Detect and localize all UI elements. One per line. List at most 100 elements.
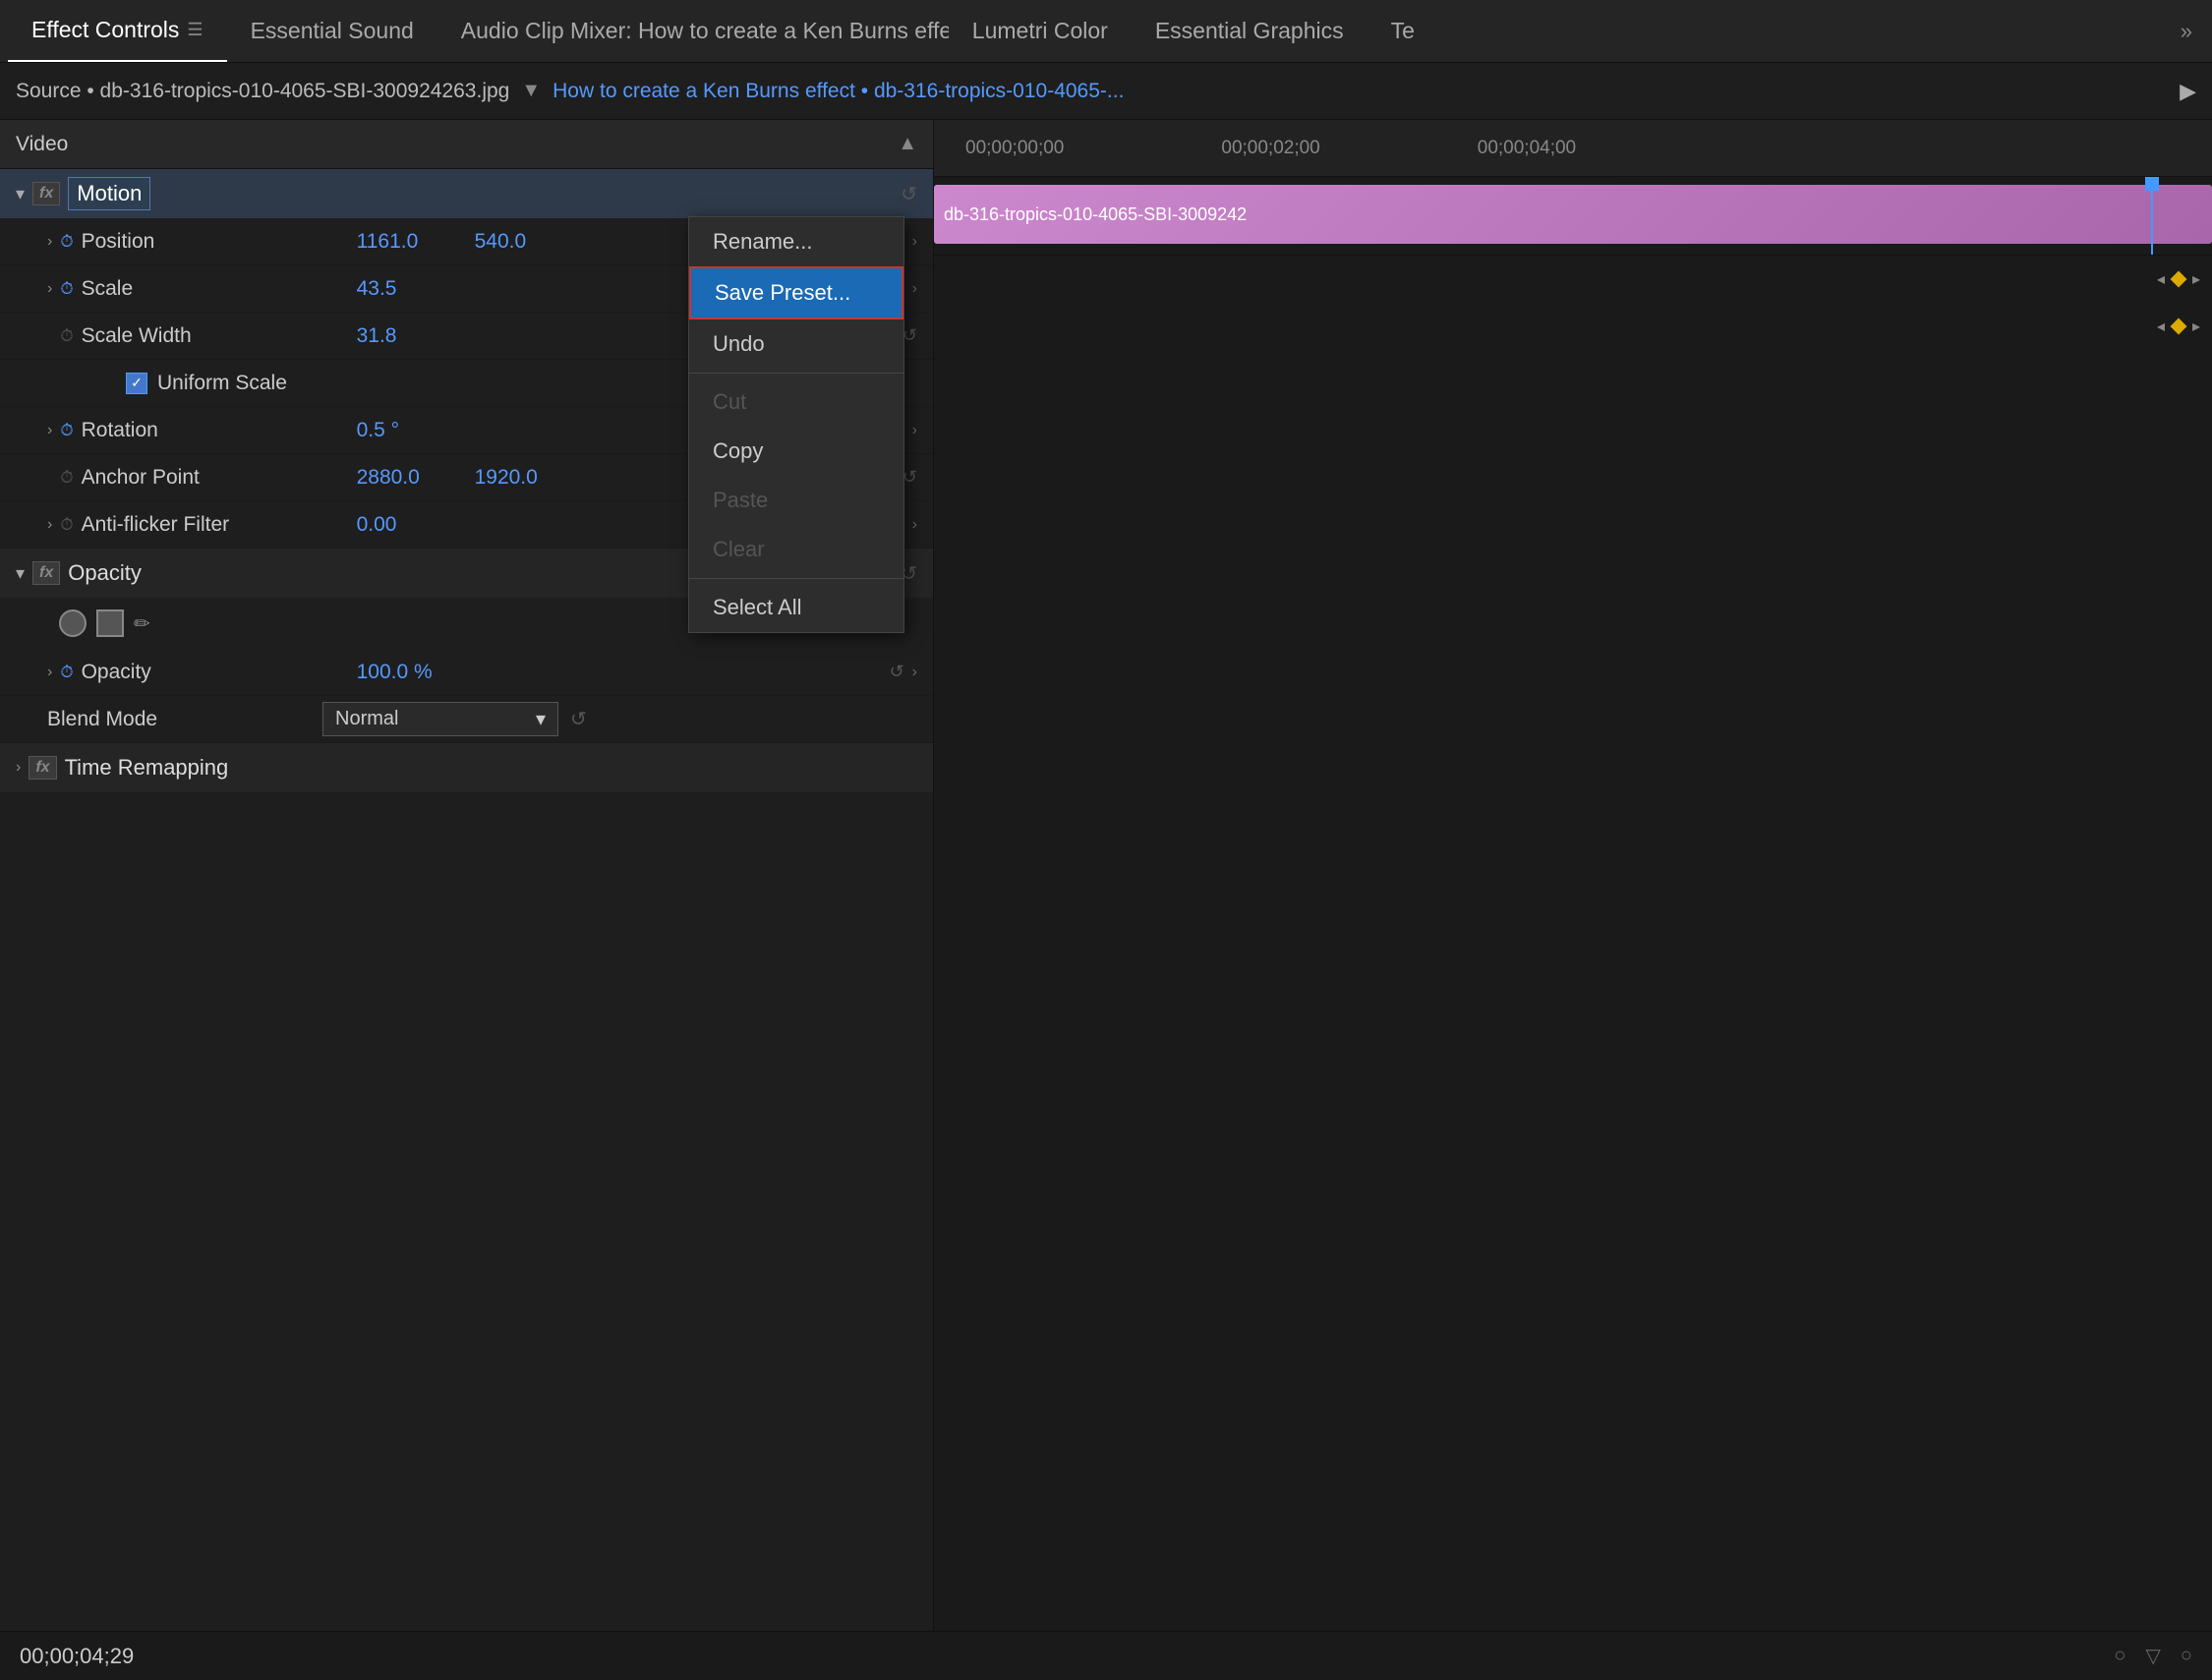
source-sequence-link[interactable]: How to create a Ken Burns effect • db-31… <box>553 80 1124 103</box>
motion-chevron[interactable]: ▾ <box>16 184 25 204</box>
rotation-label: Rotation <box>82 419 357 442</box>
opacity-controls: ↺ › <box>890 662 917 682</box>
video-section-header: Video ▲ <box>0 120 933 169</box>
context-menu-select-all[interactable]: Select All <box>689 583 903 632</box>
blend-mode-row: Blend Mode Normal ▾ ↺ <box>0 696 933 743</box>
rectangle-mask-tool[interactable] <box>96 609 124 637</box>
context-menu-save-preset[interactable]: Save Preset... <box>689 266 903 319</box>
context-menu-copy[interactable]: Copy <box>689 427 903 476</box>
scale-keyframe-diamond[interactable] <box>2170 318 2186 334</box>
time-0: 00;00;00;00 <box>965 138 1064 159</box>
scale-width-reset-icon[interactable]: ↺ <box>902 325 917 346</box>
rotation-expand-icon[interactable]: › <box>912 422 917 439</box>
play-button[interactable]: ▶ <box>2180 79 2196 104</box>
anchor-point-y-value[interactable]: 1920.0 <box>475 466 593 490</box>
scale-width-value[interactable]: 31.8 <box>357 324 475 348</box>
context-menu-cut: Cut <box>689 377 903 427</box>
blend-mode-dropdown[interactable]: Normal ▾ <box>322 702 558 736</box>
blend-mode-reset-icon[interactable]: ↺ <box>570 707 587 731</box>
rotation-stopwatch-icon[interactable]: ⏱ <box>60 421 73 440</box>
circle-start-icon[interactable]: ○ <box>2114 1645 2125 1667</box>
opacity-label: Opacity <box>82 661 357 684</box>
context-menu-sep-2 <box>689 578 903 579</box>
rotation-chevron[interactable]: › <box>47 422 52 439</box>
anchor-point-x-value[interactable]: 2880.0 <box>357 466 475 490</box>
tab-audio-clip-mixer[interactable]: Audio Clip Mixer: How to create a Ken Bu… <box>437 0 949 62</box>
position-chevron[interactable]: › <box>47 233 52 251</box>
scale-kf-prev[interactable]: ◂ <box>2157 317 2165 336</box>
opacity-title[interactable]: Opacity <box>68 560 142 586</box>
clip-block[interactable]: db-316-tropics-010-4065-SBI-3009242 <box>934 185 2212 244</box>
scale-expand-icon[interactable]: › <box>912 280 917 298</box>
scale-chevron[interactable]: › <box>47 280 52 298</box>
tab-label-te: Te <box>1391 18 1415 44</box>
anchor-point-stopwatch-icon: ⏱ <box>60 468 73 488</box>
rotation-value[interactable]: 0.5 ° <box>357 419 475 442</box>
scale-stopwatch-icon[interactable]: ⏱ <box>60 279 73 299</box>
tab-lumetri-color[interactable]: Lumetri Color <box>949 0 1132 62</box>
main-area: Video ▲ ▾ fx Motion ↺ › ⏱ Position 1161.… <box>0 120 2212 1631</box>
time-remapping-title[interactable]: Time Remapping <box>65 755 229 781</box>
motion-title[interactable]: Motion <box>68 177 150 210</box>
context-menu-rename[interactable]: Rename... <box>689 217 903 266</box>
timecode-display[interactable]: 00;00;04;29 <box>20 1644 134 1669</box>
position-y-value[interactable]: 540.0 <box>475 230 593 254</box>
timeline-panel: 00;00;00;00 00;00;02;00 00;00;04;00 db-3… <box>934 120 2212 1631</box>
position-x-value[interactable]: 1161.0 <box>357 230 475 254</box>
tab-bar: Effect Controls ☰ Essential Sound Audio … <box>0 0 2212 63</box>
time-remapping-chevron[interactable]: › <box>16 759 21 777</box>
scale-width-stopwatch-icon: ⏱ <box>60 326 73 346</box>
uniform-scale-checkbox[interactable]: ✓ <box>126 373 147 394</box>
anchor-point-reset-icon[interactable]: ↺ <box>902 467 917 488</box>
tab-essential-graphics[interactable]: Essential Graphics <box>1132 0 1368 62</box>
scale-value[interactable]: 43.5 <box>357 277 475 301</box>
uniform-scale-label: Uniform Scale <box>157 372 287 395</box>
position-label: Position <box>82 230 357 254</box>
tab-menu-icon[interactable]: ☰ <box>187 20 203 40</box>
tab-effect-controls[interactable]: Effect Controls ☰ <box>8 0 227 62</box>
motion-reset-icon[interactable]: ↺ <box>901 182 917 206</box>
time-remapping-fx-badge: fx <box>29 756 56 780</box>
tab-label-lumetri-color: Lumetri Color <box>972 18 1108 44</box>
playhead[interactable] <box>2151 177 2153 255</box>
anchor-point-controls: ↺ <box>902 467 917 488</box>
position-stopwatch-icon[interactable]: ⏱ <box>60 232 73 252</box>
time-2: 00;00;02;00 <box>1221 138 1319 159</box>
anti-flicker-expand-icon[interactable]: › <box>912 516 917 534</box>
pen-mask-tool[interactable]: ✏ <box>134 611 150 636</box>
opacity-chevron[interactable]: ▾ <box>16 563 25 584</box>
position-kf-prev[interactable]: ◂ <box>2157 269 2165 289</box>
anti-flicker-chevron[interactable]: › <box>47 516 52 534</box>
position-keyframe-nav: ◂ ▸ <box>2157 269 2200 289</box>
timeline-times: 00;00;00;00 00;00;02;00 00;00;04;00 <box>946 138 1576 159</box>
scale-kf-next[interactable]: ▸ <box>2192 317 2200 336</box>
circle-end-icon[interactable]: ○ <box>2181 1645 2192 1667</box>
opacity-reset-icon-btn[interactable]: ↺ <box>890 662 904 682</box>
clip-track: db-316-tropics-010-4065-SBI-3009242 <box>934 177 2212 256</box>
tab-te[interactable]: Te <box>1368 0 1438 62</box>
position-expand-icon[interactable]: › <box>912 233 917 251</box>
opacity-value[interactable]: 100.0 % <box>357 661 475 684</box>
anti-flicker-value[interactable]: 0.00 <box>357 513 475 537</box>
position-keyframe-diamond[interactable] <box>2170 270 2186 287</box>
filter-icon[interactable]: ▽ <box>2146 1644 2161 1668</box>
ellipse-mask-tool[interactable] <box>59 609 87 637</box>
tab-label-essential-graphics: Essential Graphics <box>1155 18 1344 44</box>
tab-essential-sound[interactable]: Essential Sound <box>227 0 437 62</box>
opacity-value-chevron[interactable]: › <box>47 664 52 681</box>
position-kf-next[interactable]: ▸ <box>2192 269 2200 289</box>
context-menu-undo[interactable]: Undo <box>689 319 903 369</box>
source-bar: Source • db-316-tropics-010-4065-SBI-300… <box>0 63 2212 120</box>
collapse-icon[interactable]: ▲ <box>898 133 917 155</box>
opacity-stopwatch-icon[interactable]: ⏱ <box>60 663 73 682</box>
status-bar: 00;00;04;29 ○ ▽ ○ <box>0 1631 2212 1680</box>
context-menu-clear: Clear <box>689 525 903 574</box>
playhead-handle <box>2145 177 2159 191</box>
clip-name-label: db-316-tropics-010-4065-SBI-3009242 <box>944 204 1247 225</box>
opacity-left: › ⏱ Opacity 100.0 % <box>47 661 874 684</box>
opacity-expand-icon[interactable]: › <box>912 664 917 681</box>
tab-label-essential-sound: Essential Sound <box>251 18 414 44</box>
tab-overflow-icon[interactable]: » <box>2169 19 2204 44</box>
scale-width-controls: ↺ <box>902 325 917 346</box>
source-file-label: Source • db-316-tropics-010-4065-SBI-300… <box>16 80 509 103</box>
